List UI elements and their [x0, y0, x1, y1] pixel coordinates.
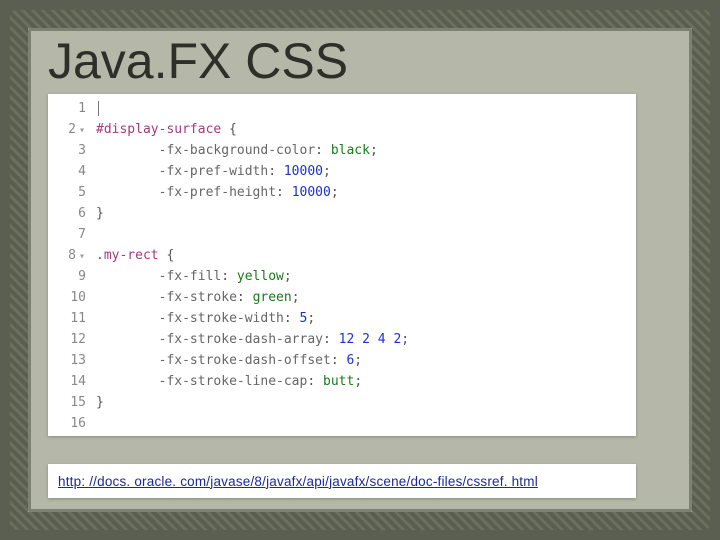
code-line: -fx-stroke-line-cap: butt;: [96, 371, 636, 392]
code-line: }: [96, 392, 636, 413]
code-line: .my-rect {: [96, 245, 636, 266]
code-line: [96, 413, 636, 434]
code-line: }: [96, 203, 636, 224]
code-line: -fx-stroke: green;: [96, 287, 636, 308]
code-line: -fx-pref-width: 10000;: [96, 161, 636, 182]
line-num: 14: [48, 371, 92, 392]
line-num: 12: [48, 329, 92, 350]
code-line: [96, 224, 636, 245]
slide-inner: Java.FX CSS 1 2▾ 3 4 5 6 7 8▾ 9 10 11 12…: [28, 28, 692, 512]
line-gutter: 1 2▾ 3 4 5 6 7 8▾ 9 10 11 12 13 14 15 16: [48, 94, 92, 436]
line-num: 4: [48, 161, 92, 182]
code-body[interactable]: #display-surface { -fx-background-color:…: [96, 94, 636, 436]
line-num: 10: [48, 287, 92, 308]
line-num: 13: [48, 350, 92, 371]
line-num: 11: [48, 308, 92, 329]
slide-frame: Java.FX CSS 1 2▾ 3 4 5 6 7 8▾ 9 10 11 12…: [10, 10, 710, 530]
line-num: 1: [48, 98, 92, 119]
reference-link-box: http: //docs. oracle. com/javase/8/javaf…: [48, 464, 636, 498]
code-line: -fx-pref-height: 10000;: [96, 182, 636, 203]
line-num: 7: [48, 224, 92, 245]
line-num: 3: [48, 140, 92, 161]
code-line: -fx-stroke-width: 5;: [96, 308, 636, 329]
code-line: [96, 98, 636, 119]
code-line: -fx-stroke-dash-offset: 6;: [96, 350, 636, 371]
line-num: 16: [48, 413, 92, 434]
fold-icon[interactable]: ▾: [78, 120, 86, 141]
reference-link[interactable]: http: //docs. oracle. com/javase/8/javaf…: [58, 474, 538, 489]
page-title: Java.FX CSS: [48, 32, 348, 90]
line-num: 5: [48, 182, 92, 203]
line-num: 9: [48, 266, 92, 287]
line-num: 15: [48, 392, 92, 413]
line-num: 6: [48, 203, 92, 224]
code-line: -fx-fill: yellow;: [96, 266, 636, 287]
cursor-icon: [98, 101, 99, 116]
code-line: -fx-stroke-dash-array: 12 2 4 2;: [96, 329, 636, 350]
line-num: 2▾: [48, 119, 92, 140]
code-line: #display-surface {: [96, 119, 636, 140]
fold-icon[interactable]: ▾: [78, 246, 86, 267]
code-line: -fx-background-color: black;: [96, 140, 636, 161]
code-editor: 1 2▾ 3 4 5 6 7 8▾ 9 10 11 12 13 14 15 16…: [48, 94, 636, 436]
line-num: 8▾: [48, 245, 92, 266]
